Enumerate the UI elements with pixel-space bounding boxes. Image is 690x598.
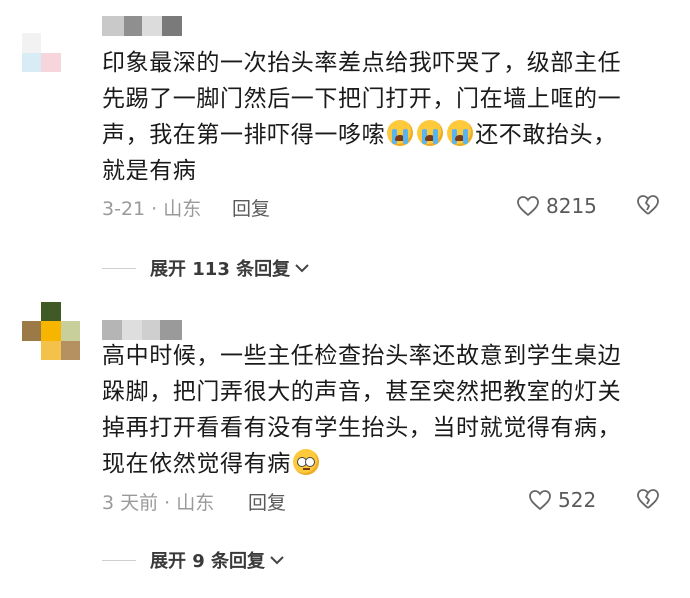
- comment-meta: 3 天前 · 山东: [102, 492, 215, 514]
- reply-button[interactable]: 回复: [248, 488, 286, 515]
- expand-replies-button[interactable]: 展开 9 条回复: [102, 547, 285, 573]
- crying-emoji-icon: [447, 120, 474, 146]
- divider-line: [102, 267, 136, 269]
- expand-label: 展开 9 条回复: [150, 551, 266, 572]
- dislike-button[interactable]: [636, 488, 660, 514]
- heart-icon: [529, 490, 551, 511]
- comment-line: 就是有病: [102, 158, 197, 184]
- expand-replies-button[interactable]: 展开 113 条回复: [102, 255, 310, 281]
- comment-line: 先踢了一脚门然后一下把门打开，门在墙上哐的一: [102, 86, 622, 112]
- like-button[interactable]: 522: [528, 488, 596, 512]
- avatar[interactable]: [22, 302, 80, 360]
- comment-meta: 3-21 · 山东: [102, 198, 202, 220]
- chevron-down-icon: [295, 264, 309, 273]
- username-blurred[interactable]: [102, 320, 182, 340]
- comment-date: 3-21: [102, 198, 146, 220]
- chevron-down-icon: [270, 556, 284, 565]
- crying-emoji-icon: [417, 120, 444, 146]
- like-count: 522: [558, 488, 597, 512]
- comment-line: 掉再打开看看有没有学生抬头，当时就觉得有病，: [102, 415, 622, 441]
- divider-line: [102, 559, 136, 561]
- like-button[interactable]: 8215: [516, 194, 597, 218]
- crying-emoji-icon: [387, 120, 414, 146]
- comment-location: 山东: [176, 492, 215, 514]
- thinking-emoji-icon: [292, 449, 319, 475]
- comment-date: 3 天前: [102, 492, 159, 514]
- username-blurred[interactable]: [102, 16, 182, 36]
- broken-heart-icon: [637, 195, 659, 215]
- dislike-button[interactable]: [636, 194, 660, 220]
- comment-text: 印象最深的一次抬头率差点给我吓哭了，级部主任 先踢了一脚门然后一下把门打开，门在…: [102, 45, 672, 189]
- comment-location: 山东: [163, 198, 202, 220]
- reply-button[interactable]: 回复: [232, 194, 270, 221]
- avatar[interactable]: [22, 14, 80, 72]
- comment-text: 高中时候，一些主任检查抬头率还故意到学生桌边 跺脚，把门弄很大的声音，甚至突然把…: [102, 338, 672, 482]
- broken-heart-icon: [637, 489, 659, 509]
- like-count: 8215: [546, 194, 597, 218]
- comment-line: 声，我在第一排吓得一哆嗦 还不敢抬头，: [102, 120, 617, 148]
- comment-line: 高中时候，一些主任检查抬头率还故意到学生桌边: [102, 343, 622, 369]
- expand-label: 展开 113 条回复: [150, 259, 291, 280]
- heart-icon: [517, 196, 539, 217]
- comment-line: 印象最深的一次抬头率差点给我吓哭了，级部主任: [102, 50, 622, 76]
- comment-line: 现在依然觉得有病: [102, 446, 672, 482]
- comment-line: 跺脚，把门弄很大的声音，甚至突然把教室的灯关: [102, 379, 622, 405]
